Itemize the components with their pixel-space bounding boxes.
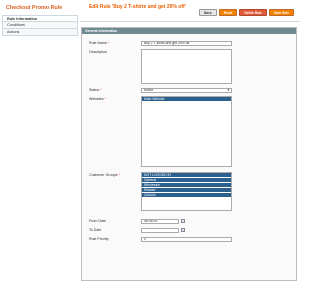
customer-group-option[interactable]: QAAAA <box>142 193 231 198</box>
customer-groups-multiselect[interactable]: NOT LOGGED IN General Wholesale Retailer… <box>141 172 232 211</box>
to-date-input[interactable] <box>141 228 179 233</box>
delete-rule-button[interactable]: Delete Rule <box>239 9 267 16</box>
header-divider <box>80 21 300 22</box>
tab-rule-information[interactable]: Rule Information <box>2 15 78 22</box>
website-option[interactable]: Main Website <box>142 97 231 102</box>
required-mark: * <box>107 41 110 45</box>
calendar-icon[interactable] <box>181 228 185 232</box>
from-date-input[interactable]: 08.05.09 <box>141 219 179 224</box>
calendar-icon[interactable] <box>181 219 185 223</box>
general-information-fieldset: General Information Rule Name * Buy 2 T-… <box>81 27 297 281</box>
required-mark: * <box>118 173 120 177</box>
reset-button[interactable]: Reset <box>218 9 238 16</box>
required-mark: * <box>100 88 102 92</box>
sidebar-title: Checkout Promo Rule <box>6 5 63 11</box>
websites-label: Websites * <box>89 97 106 101</box>
rule-priority-label: Rule Priority <box>89 237 109 241</box>
status-label: Status * <box>89 88 102 92</box>
websites-multiselect[interactable]: Main Website <box>141 96 232 167</box>
back-button[interactable]: Back <box>199 9 217 16</box>
to-date-label: To Date <box>89 228 102 232</box>
description-label: Description <box>89 50 107 54</box>
status-select[interactable]: Active ▼ <box>141 88 232 93</box>
button-bar: Back Reset Delete Rule Save Rule <box>199 9 294 16</box>
page-title: Edit Rule 'Buy 2 T-shirts and get 20% of… <box>89 4 186 10</box>
rule-priority-input[interactable]: 0 <box>141 237 232 242</box>
required-mark: * <box>104 97 107 101</box>
description-textarea[interactable] <box>141 49 232 84</box>
customer-groups-label: Customer Groups * <box>89 173 120 177</box>
sidebar: Checkout Promo Rule Rule Information Con… <box>2 4 78 36</box>
customer-groups-label-text: Customer Groups <box>89 173 118 177</box>
websites-label-text: Websites <box>89 97 104 101</box>
rule-name-input[interactable]: Buy 2 T-shirts and get 20% off <box>141 41 232 46</box>
rule-name-label: Rule Name * <box>89 41 109 45</box>
save-rule-button[interactable]: Save Rule <box>268 9 294 16</box>
tab-actions[interactable]: Actions <box>2 29 78 36</box>
tab-conditions[interactable]: Conditions <box>2 22 78 29</box>
section-title: General Information <box>82 28 296 34</box>
chevron-down-icon: ▼ <box>227 88 230 92</box>
from-date-label: From Date <box>89 219 106 223</box>
rule-name-label-text: Rule Name <box>89 41 107 45</box>
status-label-text: Status <box>89 88 100 92</box>
status-value: Active <box>144 88 154 92</box>
